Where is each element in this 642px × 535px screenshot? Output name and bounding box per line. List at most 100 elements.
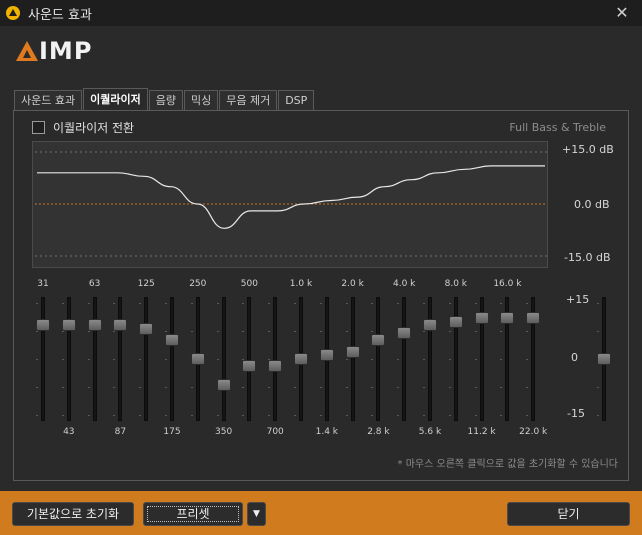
band-frequency-label: 175 bbox=[163, 427, 181, 437]
slider-tick bbox=[294, 331, 296, 332]
eq-band-8-track[interactable] bbox=[247, 297, 252, 421]
band-frequency-label: 43 bbox=[63, 427, 75, 437]
slider-tick bbox=[448, 303, 451, 304]
tab-dsp[interactable]: DSP bbox=[278, 90, 315, 110]
eq-band-11-knob[interactable] bbox=[319, 349, 334, 361]
slider-tick bbox=[423, 359, 425, 360]
band-frequency-label: 22.0 k bbox=[519, 427, 548, 437]
tab-silence-removal[interactable]: 무음 제거 bbox=[219, 90, 278, 110]
slider-tick bbox=[319, 331, 322, 332]
eq-band-15-track[interactable] bbox=[428, 297, 432, 421]
slider-tick bbox=[345, 303, 348, 304]
close-button[interactable]: 닫기 bbox=[507, 502, 630, 526]
equalizer-toggle-checkbox[interactable] bbox=[32, 121, 45, 134]
eq-band-4-track[interactable] bbox=[144, 297, 149, 421]
chevron-down-icon: ▼ bbox=[253, 509, 260, 519]
slider-tick bbox=[242, 331, 245, 332]
eq-band-7-knob[interactable] bbox=[216, 379, 231, 391]
slider-tick bbox=[61, 331, 64, 332]
eq-band-9-knob[interactable] bbox=[268, 360, 283, 372]
eq-band-18-knob[interactable] bbox=[500, 312, 515, 324]
slider-tick bbox=[345, 415, 348, 416]
eq-curve-graph bbox=[35, 151, 547, 257]
tab-equalizer[interactable]: 이퀄라이저 bbox=[83, 88, 148, 110]
slider-tick bbox=[165, 303, 167, 304]
slider-tick bbox=[319, 303, 322, 304]
eq-band-1-track[interactable] bbox=[66, 297, 71, 421]
eq-band-2-knob[interactable] bbox=[87, 319, 102, 331]
equalizer-toggle-label: 이퀄라이저 전환 bbox=[53, 121, 135, 135]
eq-band-13-knob[interactable] bbox=[371, 334, 386, 346]
slider-tick bbox=[242, 303, 245, 304]
slider-tick bbox=[36, 415, 38, 416]
tab-mixing[interactable]: 믹싱 bbox=[183, 90, 219, 110]
band-frequency-label: 63 bbox=[88, 279, 101, 289]
slider-tick bbox=[113, 359, 116, 360]
slider-tick bbox=[319, 387, 322, 388]
close-window-button[interactable]: ✕ bbox=[612, 3, 632, 23]
slider-tick bbox=[61, 359, 64, 360]
slider-scale-bottom: -15 bbox=[567, 407, 585, 420]
band-frequency-label: 2.0 k bbox=[341, 279, 364, 289]
logo-text: IMP bbox=[39, 37, 93, 65]
curve-label-bottom: -15.0 dB bbox=[564, 251, 611, 264]
eq-band-1-knob[interactable] bbox=[61, 319, 76, 331]
slider-tick bbox=[190, 331, 193, 332]
slider-tick bbox=[474, 303, 477, 304]
slider-tick bbox=[190, 415, 193, 416]
tab-sound-effects[interactable]: 사운드 효과 bbox=[14, 90, 83, 110]
slider-tick bbox=[242, 387, 245, 388]
eq-band-10-knob[interactable] bbox=[294, 353, 308, 365]
eq-band-8-knob[interactable] bbox=[242, 360, 257, 372]
eq-band-14-knob[interactable] bbox=[397, 327, 412, 339]
slider-tick bbox=[294, 303, 296, 304]
eq-band-12-knob[interactable] bbox=[345, 346, 360, 358]
eq-band-0-track[interactable] bbox=[41, 297, 45, 421]
slider-tick bbox=[165, 331, 167, 332]
eq-band-7-track[interactable] bbox=[221, 297, 226, 421]
slider-tick bbox=[500, 415, 503, 416]
slider-tick bbox=[597, 387, 599, 388]
slider-tick bbox=[397, 359, 400, 360]
aimp-app-icon bbox=[6, 6, 20, 20]
band-frequency-label: 8.0 k bbox=[444, 279, 467, 289]
eq-band-13-track[interactable] bbox=[376, 297, 381, 421]
equalizer-toggle[interactable]: 이퀄라이저 전환 bbox=[32, 119, 134, 136]
slider-tick bbox=[36, 331, 38, 332]
eq-band-5-track[interactable] bbox=[170, 297, 174, 421]
eq-band-9-track[interactable] bbox=[273, 297, 278, 421]
slider-tick bbox=[345, 331, 348, 332]
slider-tick bbox=[190, 387, 193, 388]
eq-band-3-knob[interactable] bbox=[113, 319, 128, 331]
eq-band-19-knob[interactable] bbox=[526, 312, 541, 324]
eq-band-15-knob[interactable] bbox=[423, 319, 437, 331]
band-frequency-label: 500 bbox=[240, 279, 258, 289]
title-bar: 사운드 효과 ✕ bbox=[0, 0, 642, 26]
eq-band-5-knob[interactable] bbox=[165, 334, 179, 346]
eq-band-4-knob[interactable] bbox=[139, 323, 154, 335]
preset-button[interactable]: 프리셋 bbox=[143, 502, 243, 526]
current-preset-name: Full Bass & Treble bbox=[509, 121, 606, 134]
eq-band-2-track[interactable] bbox=[92, 297, 97, 421]
band-frequency-label: 87 bbox=[114, 427, 127, 437]
tab-volume[interactable]: 음량 bbox=[148, 90, 183, 110]
eq-band-sliders: +15 0 -15 31 43 63 87 125 175 250 350 500 700 1.0 … bbox=[14, 279, 630, 449]
eq-band-12-track[interactable] bbox=[350, 297, 355, 421]
eq-band-14-track[interactable] bbox=[402, 297, 407, 421]
curve-label-mid: 0.0 dB bbox=[574, 198, 610, 211]
reset-defaults-button[interactable]: 기본값으로 초기화 bbox=[12, 502, 134, 526]
eq-band-16-knob[interactable] bbox=[448, 316, 463, 328]
curve-label-top: +15.0 dB bbox=[562, 143, 614, 156]
slider-tick bbox=[268, 331, 271, 332]
band-frequency-label: 350 bbox=[215, 427, 233, 437]
eq-band-17-knob[interactable] bbox=[474, 312, 489, 324]
preset-dropdown-button[interactable]: ▼ bbox=[247, 502, 266, 526]
eq-band-3-track[interactable] bbox=[118, 297, 123, 421]
eq-band-6-knob[interactable] bbox=[190, 353, 205, 365]
eq-band-0-knob[interactable] bbox=[36, 319, 50, 331]
preamp-slider-knob[interactable] bbox=[597, 353, 611, 365]
slider-tick bbox=[474, 331, 477, 332]
slider-tick bbox=[216, 359, 219, 360]
slider-tick bbox=[371, 359, 374, 360]
slider-tick bbox=[448, 415, 451, 416]
